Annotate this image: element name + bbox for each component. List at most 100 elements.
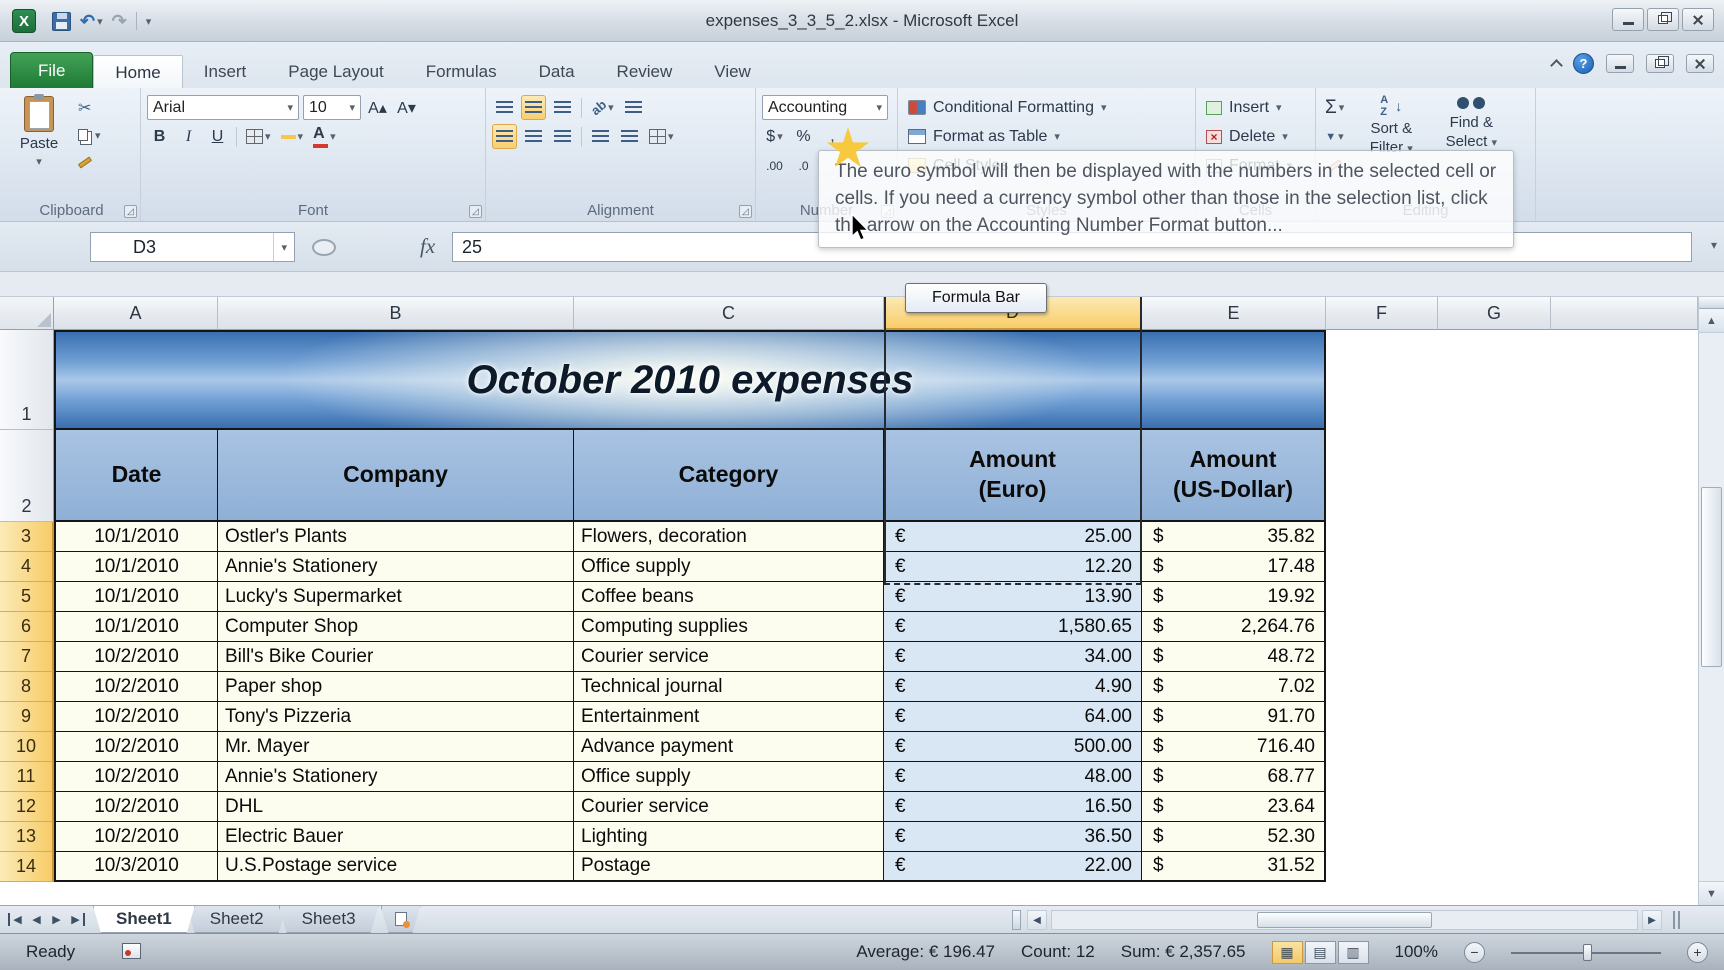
sheet-tab-sheet3[interactable]: Sheet3 (279, 906, 379, 933)
cell-D3[interactable]: €25.00 (884, 522, 1142, 552)
close-button[interactable] (1682, 8, 1714, 31)
delete-cells-button[interactable]: × Delete ▾ (1202, 123, 1292, 150)
number-format-dropdown-icon[interactable]: ▾ (876, 101, 882, 114)
cell-F12[interactable] (1326, 792, 1438, 822)
tab-view[interactable]: View (693, 55, 772, 88)
help-icon[interactable]: ? (1573, 53, 1594, 74)
align-left-button[interactable] (492, 124, 517, 149)
zoom-out-button[interactable]: − (1464, 941, 1485, 963)
align-right-button[interactable] (550, 124, 575, 149)
merge-dropdown-icon[interactable]: ▾ (668, 130, 674, 143)
decrease-decimal-button[interactable]: .0 (791, 153, 816, 178)
cell-D11[interactable]: €48.00 (884, 762, 1142, 792)
font-color-button[interactable]: A ▾ (310, 124, 339, 149)
cell-E7[interactable]: $48.72 (1142, 642, 1326, 672)
row-header-5[interactable]: 5 (0, 582, 54, 612)
align-middle-button[interactable] (521, 95, 546, 120)
copy-dropdown-icon[interactable]: ▾ (95, 129, 101, 142)
cell-G12[interactable] (1438, 792, 1551, 822)
cell-A4[interactable]: 10/1/2010 (54, 552, 218, 582)
format-painter-button[interactable] (75, 150, 104, 174)
row-header-6[interactable]: 6 (0, 612, 54, 642)
fill-color-button[interactable]: ▾ (278, 124, 307, 149)
minimize-button[interactable] (1612, 8, 1644, 31)
page-layout-view-button[interactable]: ▤ (1304, 940, 1336, 964)
scroll-up-button[interactable]: ▲ (1699, 309, 1724, 333)
cell-D9[interactable]: €64.00 (884, 702, 1142, 732)
cell-E8[interactable]: $7.02 (1142, 672, 1326, 702)
cell-D13[interactable]: €36.50 (884, 822, 1142, 852)
font-size-combo[interactable]: 10 ▾ (303, 95, 361, 120)
cell-E4[interactable]: $17.48 (1142, 552, 1326, 582)
cell-C13[interactable]: Lighting (574, 822, 884, 852)
sheet-tab-sheet1[interactable]: Sheet1 (93, 906, 195, 933)
cell-B10[interactable]: Mr. Mayer (218, 732, 574, 762)
decrease-indent-button[interactable] (588, 124, 613, 149)
grow-font-button[interactable]: A▴ (365, 95, 390, 120)
cell-A8[interactable]: 10/2/2010 (54, 672, 218, 702)
cell-E10[interactable]: $716.40 (1142, 732, 1326, 762)
cell-G9[interactable] (1438, 702, 1551, 732)
cell-A6[interactable]: 10/1/2010 (54, 612, 218, 642)
cell-E13[interactable]: $52.30 (1142, 822, 1326, 852)
column-header-E[interactable]: E (1142, 297, 1326, 330)
cell-E5[interactable]: $19.92 (1142, 582, 1326, 612)
cell-C4[interactable]: Office supply (574, 552, 884, 582)
cell-B5[interactable]: Lucky's Supermarket (218, 582, 574, 612)
minimize-ribbon-icon[interactable] (1550, 59, 1563, 72)
tab-split-handle[interactable] (1673, 911, 1680, 929)
cell-G7[interactable] (1438, 642, 1551, 672)
cell-F14[interactable] (1326, 852, 1438, 882)
cell-G4[interactable] (1438, 552, 1551, 582)
scroll-down-button[interactable]: ▼ (1699, 881, 1724, 905)
zoom-level[interactable]: 100% (1395, 942, 1438, 962)
cell-F10[interactable] (1326, 732, 1438, 762)
align-bottom-button[interactable] (550, 95, 575, 120)
tab-file[interactable]: File (10, 52, 94, 88)
restore-button[interactable] (1647, 8, 1679, 31)
workbook-minimize-button[interactable] (1606, 54, 1634, 73)
first-sheet-button[interactable]: ◀ (8, 913, 25, 926)
cell-A9[interactable]: 10/2/2010 (54, 702, 218, 732)
align-center-button[interactable] (521, 124, 546, 149)
previous-sheet-button[interactable]: ◀ (28, 913, 45, 926)
cell-B9[interactable]: Tony's Pizzeria (218, 702, 574, 732)
cell-G14[interactable] (1438, 852, 1551, 882)
column-header-F[interactable]: F (1326, 297, 1438, 330)
cell-E11[interactable]: $68.77 (1142, 762, 1326, 792)
row-header-1[interactable]: 1 (0, 330, 54, 430)
cell-B14[interactable]: U.S.Postage service (218, 852, 574, 882)
next-sheet-button[interactable]: ▶ (48, 913, 65, 926)
cell-B4[interactable]: Annie's Stationery (218, 552, 574, 582)
autosum-dropdown-icon[interactable]: ▾ (1339, 101, 1345, 114)
cell-C3[interactable]: Flowers, decoration (574, 522, 884, 552)
cell-D8[interactable]: €4.90 (884, 672, 1142, 702)
zoom-in-button[interactable]: + (1687, 941, 1708, 963)
cell-D7[interactable]: €34.00 (884, 642, 1142, 672)
cell-A14[interactable]: 10/3/2010 (54, 852, 218, 882)
last-sheet-button[interactable]: ▶ (68, 913, 85, 926)
cell-G11[interactable] (1438, 762, 1551, 792)
cell-D5[interactable]: €13.90 (884, 582, 1142, 612)
cell-E14[interactable]: $31.52 (1142, 852, 1326, 882)
borders-button[interactable]: ▾ (243, 124, 274, 149)
insert-cells-button[interactable]: Insert ▾ (1202, 94, 1286, 121)
row-header-12[interactable]: 12 (0, 792, 54, 822)
cell-G5[interactable] (1438, 582, 1551, 612)
copy-button[interactable]: ▾ (75, 123, 104, 147)
tab-page-layout[interactable]: Page Layout (267, 55, 404, 88)
cell-C6[interactable]: Computing supplies (574, 612, 884, 642)
horizontal-scroll-thumb[interactable] (1257, 912, 1432, 928)
row-header-9[interactable]: 9 (0, 702, 54, 732)
zoom-slider-thumb[interactable] (1583, 943, 1592, 961)
cell-D14[interactable]: €22.00 (884, 852, 1142, 882)
underline-button[interactable]: U (205, 124, 230, 149)
column-header-B[interactable]: B (218, 297, 574, 330)
hscroll-left-button[interactable]: ◀ (1027, 910, 1047, 930)
cell-E12[interactable]: $23.64 (1142, 792, 1326, 822)
insert-worksheet-button[interactable] (381, 906, 421, 933)
zoom-slider[interactable] (1511, 942, 1661, 963)
row-header-4[interactable]: 4 (0, 552, 54, 582)
cut-button[interactable]: ✂ (75, 96, 104, 120)
table-header-B2[interactable]: Company (218, 430, 574, 522)
